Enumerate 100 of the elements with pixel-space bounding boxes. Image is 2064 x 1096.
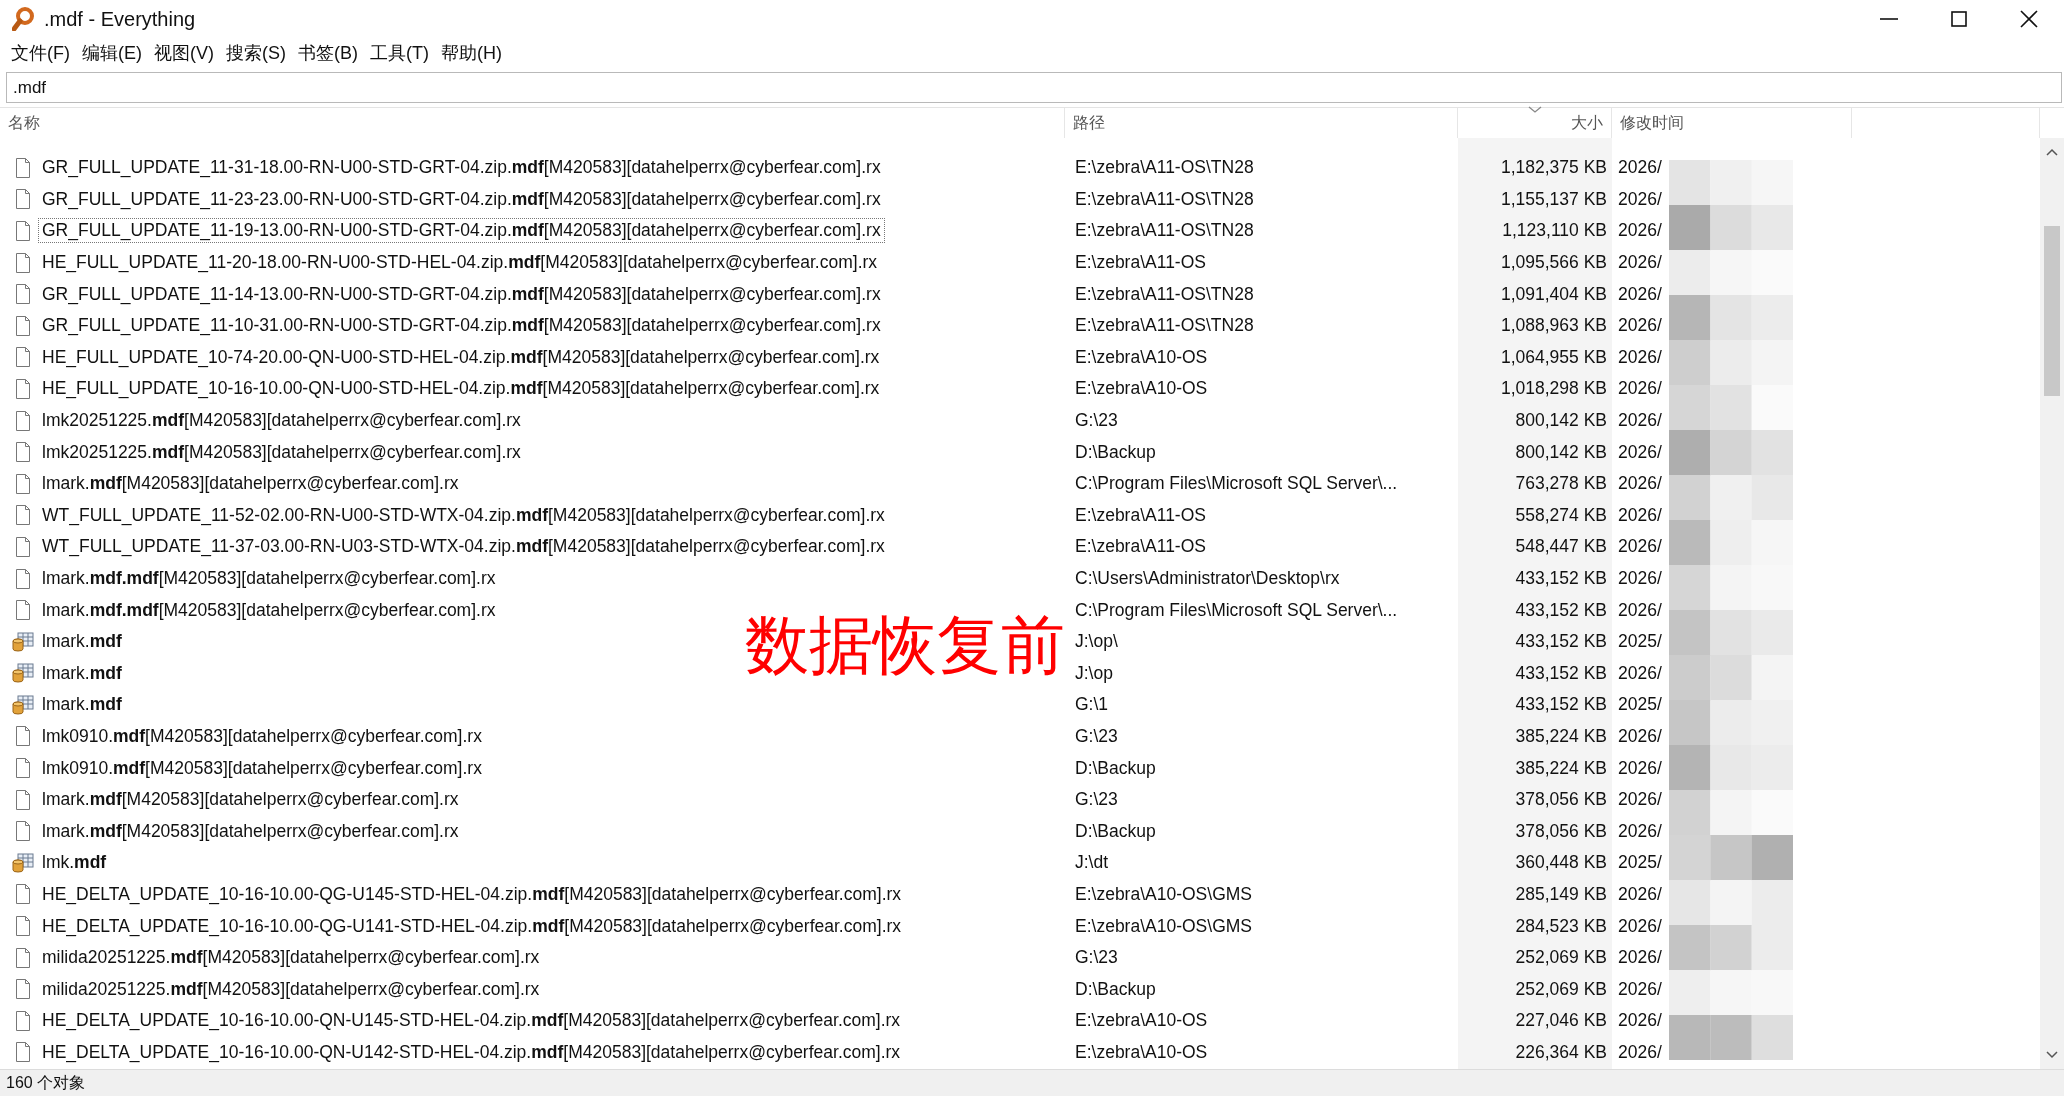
- file-name-cell[interactable]: lmark.mdf.mdf[M420583][datahelperrx@cyberfear.com].rx: [38, 566, 500, 591]
- file-name-cell[interactable]: lmark.mdf[M420583][datahelperrx@cyberfear.com].rx: [38, 787, 463, 813]
- file-icon: [15, 189, 31, 210]
- path-cell-text: G:\23: [1074, 410, 1119, 432]
- file-name-cell[interactable]: lmark.mdf: [38, 629, 126, 655]
- menu-item[interactable]: 帮助(H): [435, 39, 507, 67]
- date-cell-text: 2026/: [1617, 441, 1663, 463]
- file-name-cell[interactable]: lmark.mdf[M420583][datahelperrx@cyberfear.com].rx: [38, 818, 463, 844]
- date-cell-text: 2026/: [1617, 504, 1663, 526]
- file-icon: [15, 221, 31, 241]
- path-cell-text: D:\Backup: [1074, 757, 1157, 779]
- size-cell-text: 360,448 KB: [1514, 852, 1608, 874]
- column-header[interactable]: 大小: [1571, 112, 1603, 134]
- file-name-cell[interactable]: GR_FULL_UPDATE_11-23-23.00-RN-U00-STD-GRT-04.zip.mdf[M420583][datahelperrx@cyberfear.com].rx: [38, 186, 885, 212]
- path-cell-text: E:\zebra\A11-OS\TN28: [1074, 283, 1255, 305]
- file-name-cell[interactable]: lmark.mdf: [38, 692, 126, 718]
- file-name-cell[interactable]: WT_FULL_UPDATE_11-52-02.00-RN-U00-STD-WTX-04.zip.mdf[M420583][datahelperrx@cyberfear.com].rx: [38, 502, 889, 528]
- file-icon: [15, 1042, 31, 1063]
- path-cell-text: E:\zebra\A10-OS: [1074, 346, 1209, 368]
- date-cell-text: 2026/: [1617, 315, 1663, 337]
- file-name-cell[interactable]: GR_FULL_UPDATE_11-10-31.00-RN-U00-STD-GRT-04.zip.mdf[M420583][datahelperrx@cyberfear.com].rx: [38, 313, 885, 339]
- path-cell-text: E:\zebra\A10-OS\GMS: [1074, 883, 1253, 905]
- menu-item[interactable]: 编辑(E): [77, 39, 147, 67]
- search-field[interactable]: .mdf: [6, 72, 2062, 103]
- scroll-down-icon[interactable]: [2046, 1051, 2058, 1059]
- path-cell-text: E:\zebra\A10-OS: [1074, 1041, 1209, 1063]
- size-cell-text: 1,091,404 KB: [1499, 283, 1608, 305]
- database-file-icon: [12, 852, 34, 873]
- database-file-icon: [12, 663, 34, 684]
- file-icon: [15, 347, 31, 368]
- file-icon: [15, 505, 31, 526]
- file-name-cell[interactable]: lmark.mdf.mdf[M420583][datahelperrx@cyberfear.com].rx: [38, 597, 500, 623]
- file-icon: [15, 157, 31, 178]
- column-header[interactable]: 名称: [8, 112, 40, 134]
- file-name-cell[interactable]: HE_DELTA_UPDATE_10-16-10.00-QN-U142-STD-HEL-04.zip.mdf[M420583][datahelperrx@cyberfear.com].rx: [38, 1039, 905, 1065]
- date-cell-text: 2026/: [1617, 789, 1663, 811]
- scroll-up-icon[interactable]: [2046, 148, 2058, 156]
- scrollbar[interactable]: [2040, 138, 2064, 1069]
- size-cell-text: 433,152 KB: [1514, 568, 1608, 589]
- date-cell-text: 2026/: [1617, 757, 1663, 779]
- file-name-cell[interactable]: milida20251225.mdf[M420583][datahelperrx@cyberfear.com].rx: [38, 976, 544, 1002]
- file-name-cell[interactable]: lmk.mdf: [38, 850, 111, 876]
- date-cell-text: 2026/: [1617, 1010, 1663, 1032]
- size-cell-text: 1,088,963 KB: [1499, 315, 1608, 337]
- file-icon: [15, 600, 31, 621]
- path-cell-text: E:\zebra\A10-OS\GMS: [1074, 915, 1253, 937]
- file-icon: [15, 536, 31, 557]
- file-name-cell[interactable]: GR_FULL_UPDATE_11-31-18.00-RN-U00-STD-GRT-04.zip.mdf[M420583][datahelperrx@cyberfear.com].rx: [38, 155, 885, 181]
- close-icon: [2020, 10, 2038, 28]
- file-name-cell[interactable]: HE_FULL_UPDATE_10-74-20.00-QN-U00-STD-HEL-04.zip.mdf[M420583][datahelperrx@cyberfear.com].rx: [38, 344, 884, 370]
- file-name-cell[interactable]: HE_DELTA_UPDATE_10-16-10.00-QG-U141-STD-HEL-04.zip.mdf[M420583][datahelperrx@cyberfear.com].rx: [38, 913, 906, 939]
- date-cell-text: 2026/: [1617, 568, 1663, 589]
- scrollbar-thumb[interactable]: [2044, 226, 2060, 396]
- menu-item[interactable]: 工具(T): [365, 39, 434, 67]
- path-cell-text: G:\23: [1074, 789, 1119, 811]
- file-name-cell[interactable]: WT_FULL_UPDATE_11-37-03.00-RN-U03-STD-WTX-04.zip.mdf[M420583][datahelperrx@cyberfear.com].rx: [38, 534, 889, 560]
- database-file-icon: [12, 631, 34, 652]
- column-header[interactable]: 路径: [1073, 112, 1105, 134]
- size-cell-text: 378,056 KB: [1514, 789, 1608, 811]
- file-icon: [15, 1010, 31, 1031]
- path-cell-text: E:\zebra\A11-OS: [1074, 252, 1207, 274]
- file-name-cell[interactable]: lmk20251225.mdf[M420583][datahelperrx@cyberfear.com].rx: [38, 439, 525, 465]
- menu-item[interactable]: 文件(F): [6, 39, 75, 67]
- path-cell-text: D:\Backup: [1074, 441, 1157, 463]
- file-icon: [15, 789, 31, 810]
- file-name-cell[interactable]: HE_DELTA_UPDATE_10-16-10.00-QG-U145-STD-HEL-04.zip.mdf[M420583][datahelperrx@cyberfear.com].rx: [38, 881, 906, 907]
- date-cell-text: 2026/: [1617, 283, 1663, 305]
- date-cell-text: 2026/: [1617, 947, 1663, 969]
- file-name-cell[interactable]: lmk0910.mdf[M420583][datahelperrx@cyberfear.com].rx: [38, 724, 486, 749]
- size-cell-text: 433,152 KB: [1514, 694, 1608, 716]
- file-name-cell[interactable]: HE_FULL_UPDATE_11-20-18.00-RN-U00-STD-HEL-04.zip.mdf[M420583][datahelperrx@cyberfear.com].rx: [38, 250, 882, 276]
- path-cell-text: E:\zebra\A11-OS\TN28: [1074, 157, 1255, 179]
- file-name-cell[interactable]: lmk20251225.mdf[M420583][datahelperrx@cyberfear.com].rx: [38, 408, 525, 434]
- menu-item[interactable]: 书签(B): [293, 39, 363, 67]
- size-cell-text: 1,182,375 KB: [1499, 157, 1608, 179]
- date-cell-text: 2025/: [1617, 852, 1663, 874]
- menu-item[interactable]: 视图(V): [149, 39, 219, 67]
- file-name-cell[interactable]: lmark.mdf: [38, 660, 126, 686]
- path-cell-text: J:\op: [1074, 662, 1114, 684]
- file-icon: [15, 947, 31, 968]
- file-icon: [15, 916, 31, 937]
- date-cell-text: 2026/: [1617, 473, 1663, 495]
- menu-item[interactable]: 搜索(S): [221, 39, 291, 67]
- column-header[interactable]: 修改时间: [1620, 112, 1684, 134]
- file-name-cell[interactable]: lmk0910.mdf[M420583][datahelperrx@cyberfear.com].rx: [38, 755, 486, 781]
- file-name-cell[interactable]: lmark.mdf[M420583][datahelperrx@cyberfear.com].rx: [38, 471, 463, 497]
- file-name-cell[interactable]: HE_DELTA_UPDATE_10-16-10.00-QN-U145-STD-HEL-04.zip.mdf[M420583][datahelperrx@cyberfear.com].rx: [38, 1008, 905, 1034]
- file-name-cell[interactable]: GR_FULL_UPDATE_11-19-13.00-RN-U00-STD-GRT-04.zip.mdf[M420583][datahelperrx@cyberfear.com].rx: [38, 218, 885, 244]
- path-cell-text: C:\Users\Administrator\Desktop\rx: [1074, 568, 1341, 589]
- file-name-cell[interactable]: milida20251225.mdf[M420583][datahelperrx@cyberfear.com].rx: [38, 945, 544, 971]
- size-cell-text: 433,152 KB: [1514, 662, 1608, 684]
- date-cell-text: 2026/: [1617, 410, 1663, 432]
- file-name-cell[interactable]: HE_FULL_UPDATE_10-16-10.00-QN-U00-STD-HEL-04.zip.mdf[M420583][datahelperrx@cyberfear.com].rx: [38, 376, 884, 402]
- size-cell-text: 548,447 KB: [1514, 536, 1608, 558]
- file-name-cell[interactable]: GR_FULL_UPDATE_11-14-13.00-RN-U00-STD-GRT-04.zip.mdf[M420583][datahelperrx@cyberfear.com].rx: [38, 281, 885, 307]
- path-cell-text: D:\Backup: [1074, 978, 1157, 1000]
- size-cell-text: 385,224 KB: [1514, 726, 1608, 747]
- size-cell-text: 800,142 KB: [1514, 410, 1608, 432]
- size-cell-text: 385,224 KB: [1514, 757, 1608, 779]
- path-cell-text: J:\dt: [1074, 852, 1110, 874]
